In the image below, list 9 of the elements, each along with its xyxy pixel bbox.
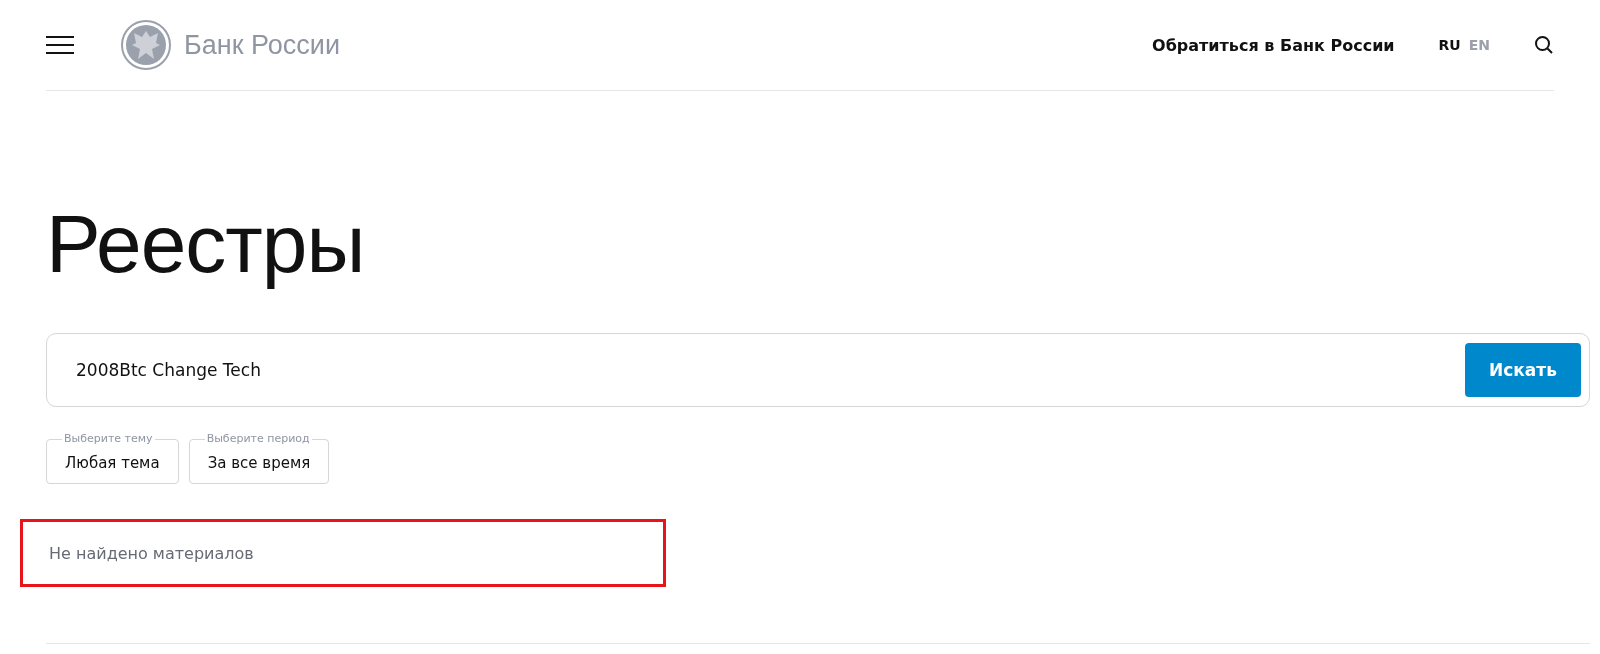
- language-link[interactable]: RU: [1438, 37, 1461, 53]
- search-button[interactable]: Искать: [1465, 343, 1581, 397]
- no-results-message: Не найдено материалов: [49, 543, 254, 563]
- contact-link[interactable]: Обратиться в Банк России: [1152, 35, 1395, 55]
- filter-legend: Выберите тему: [62, 431, 155, 447]
- search-icon[interactable]: [1534, 35, 1554, 55]
- search-field[interactable]: 2008Btc Change Tech Искать: [46, 333, 1590, 407]
- filter-legend: Выберите период: [204, 431, 312, 447]
- menu-icon[interactable]: [46, 35, 74, 55]
